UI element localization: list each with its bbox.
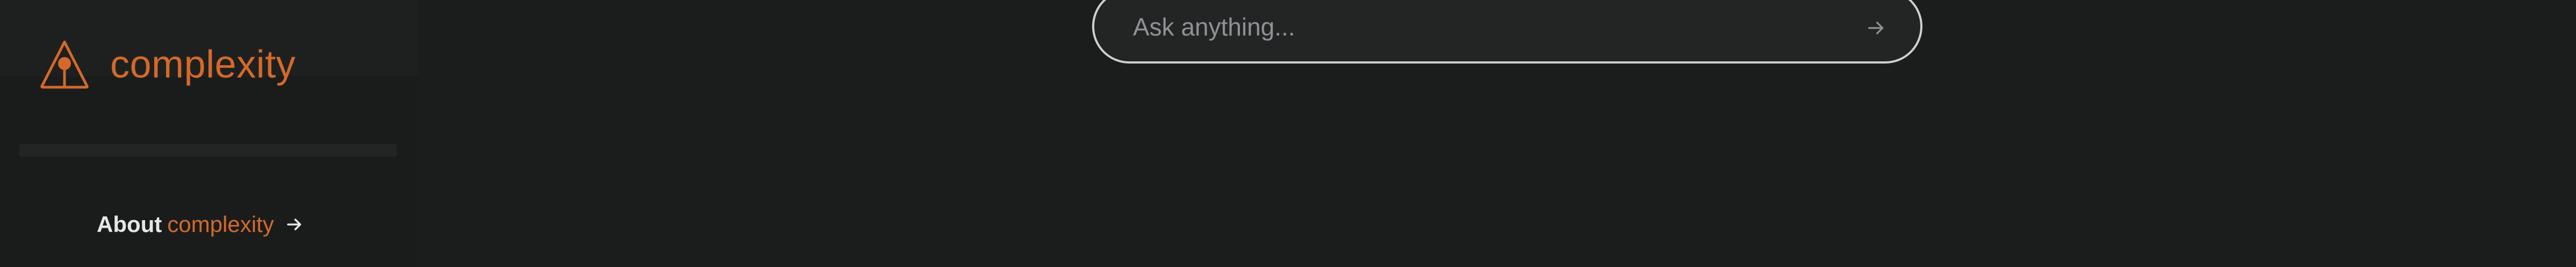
triangle-light-icon: [40, 40, 89, 89]
sidebar-divider: [19, 144, 397, 157]
about-prefix-label: About: [97, 212, 162, 237]
search-bar[interactable]: [1092, 0, 1922, 64]
sidebar: complexity About complexity: [0, 0, 418, 267]
brand-header[interactable]: complexity: [0, 0, 418, 89]
arrow-right-icon: [286, 219, 302, 230]
app-root: complexity About complexity: [0, 0, 2576, 267]
search-submit-button[interactable]: [1860, 12, 1892, 44]
about-link[interactable]: About complexity: [97, 211, 304, 238]
search-input[interactable]: [1132, 2, 1833, 52]
main-area: [418, 0, 2576, 267]
arrow-right-icon: [1868, 22, 1884, 34]
about-brand-label: complexity: [167, 212, 274, 237]
brand-name: complexity: [110, 43, 296, 86]
